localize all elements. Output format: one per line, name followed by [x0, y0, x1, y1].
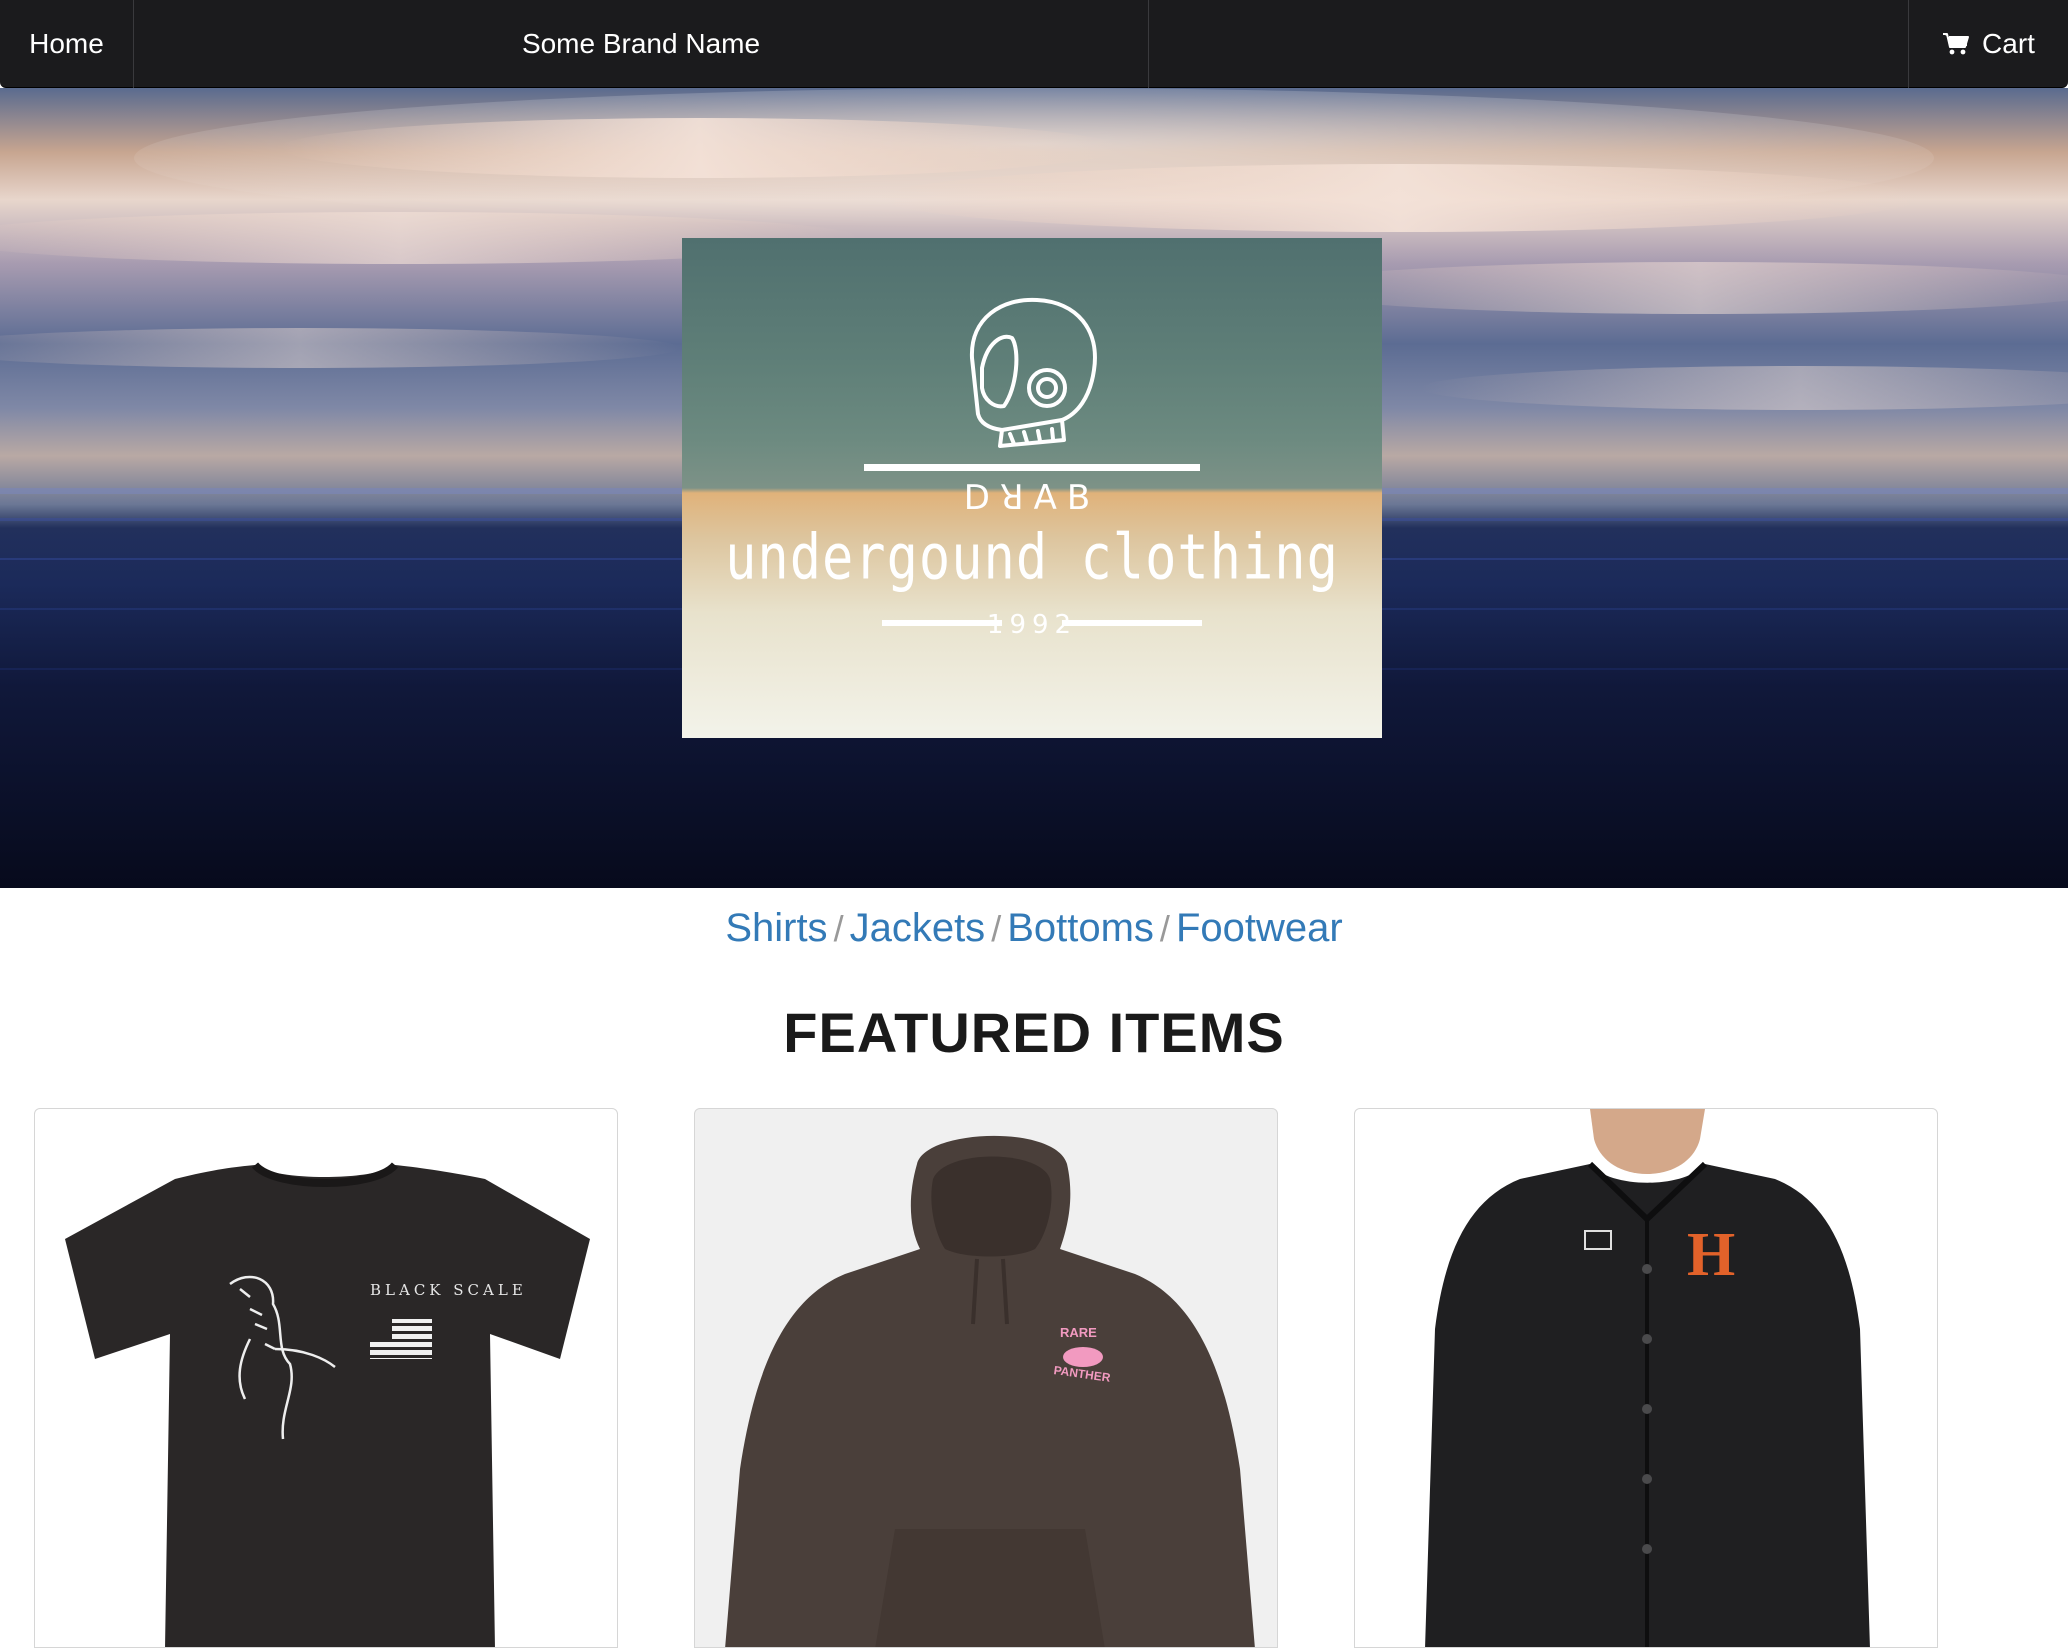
category-separator: / [991, 908, 1002, 949]
nav-brand-name[interactable]: Some Brand Name [134, 0, 1149, 88]
logo-brand-text: DꓤAB [963, 478, 1101, 518]
category-nav: Shirts / Jackets / Bottoms / Footwear [0, 906, 2068, 951]
product-card-tshirt[interactable]: BLACK SCALE [34, 1108, 618, 1648]
category-link-footwear[interactable]: Footwear [1176, 906, 1343, 950]
category-separator: / [1159, 908, 1170, 949]
logo-subtitle: undergound clothing [725, 522, 1339, 594]
brand-logo-card: DꓤAB undergound clothing 1992 [682, 238, 1382, 738]
category-link-jackets[interactable]: Jackets [850, 906, 986, 950]
category-separator: / [833, 908, 844, 949]
cart-label: Cart [1982, 28, 2035, 59]
featured-items-heading: FEATURED ITEMS [783, 1001, 1285, 1064]
logo-year: 1992 [986, 610, 1078, 640]
product-card-hoodie[interactable]: RARE PANTHER [694, 1108, 1278, 1648]
product-image-jacket: H [1425, 1109, 1870, 1647]
hoodie-graphic-text-rare: RARE [1060, 1325, 1097, 1340]
nav-cart-link[interactable]: Cart [1908, 0, 2068, 88]
top-navbar: Home Some Brand Name Cart [0, 0, 2068, 88]
product-image-tshirt: BLACK SCALE [65, 1162, 590, 1647]
product-image-hoodie: RARE PANTHER [725, 1135, 1255, 1647]
tshirt-graphic-text: BLACK SCALE [370, 1281, 527, 1299]
hero-banner: DꓤAB undergound clothing 1992 [0, 88, 2068, 888]
category-link-bottoms[interactable]: Bottoms [1007, 906, 1154, 950]
product-card-jacket[interactable]: H [1354, 1108, 1938, 1648]
category-link-shirts[interactable]: Shirts [725, 906, 827, 950]
jacket-graphic-letter: H [1687, 1221, 1735, 1289]
nav-home-link[interactable]: Home [0, 0, 134, 88]
shopping-cart-icon [1943, 33, 1970, 55]
